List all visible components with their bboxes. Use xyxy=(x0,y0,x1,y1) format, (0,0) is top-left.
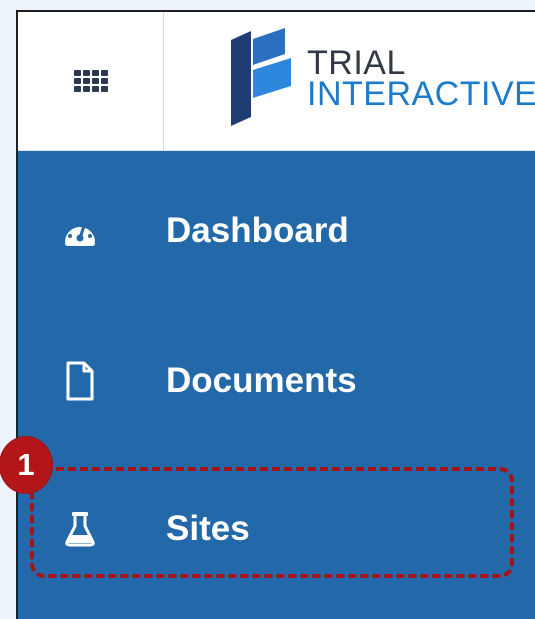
sidebar-navigation: Dashboard Documents Sites xyxy=(18,151,535,619)
top-header: TRIAL INTERACTIVE xyxy=(18,12,535,151)
step-number-badge: 1 xyxy=(0,436,53,494)
sidebar-item-dashboard-label: Dashboard xyxy=(166,211,349,250)
sidebar-item-sites[interactable]: Sites xyxy=(18,483,535,575)
apps-menu-button[interactable] xyxy=(18,12,164,151)
sidebar-item-sites-label: Sites xyxy=(166,509,250,548)
sidebar-item-documents[interactable]: Documents xyxy=(18,335,535,427)
grid-icon xyxy=(73,69,108,94)
logo-text: TRIAL INTERACTIVE xyxy=(307,47,535,113)
app-window: TRIAL INTERACTIVE Dashboard Documents Si… xyxy=(16,10,535,619)
sidebar-item-dashboard[interactable]: Dashboard xyxy=(18,185,535,277)
flask-icon xyxy=(60,509,100,549)
logo-mark-icon xyxy=(231,28,291,126)
dashboard-icon xyxy=(60,211,100,251)
sidebar-item-documents-label: Documents xyxy=(166,361,357,400)
logo-text-interactive: INTERACTIVE xyxy=(307,75,535,113)
trial-interactive-logo: TRIAL INTERACTIVE xyxy=(229,24,535,134)
document-icon xyxy=(60,361,100,401)
